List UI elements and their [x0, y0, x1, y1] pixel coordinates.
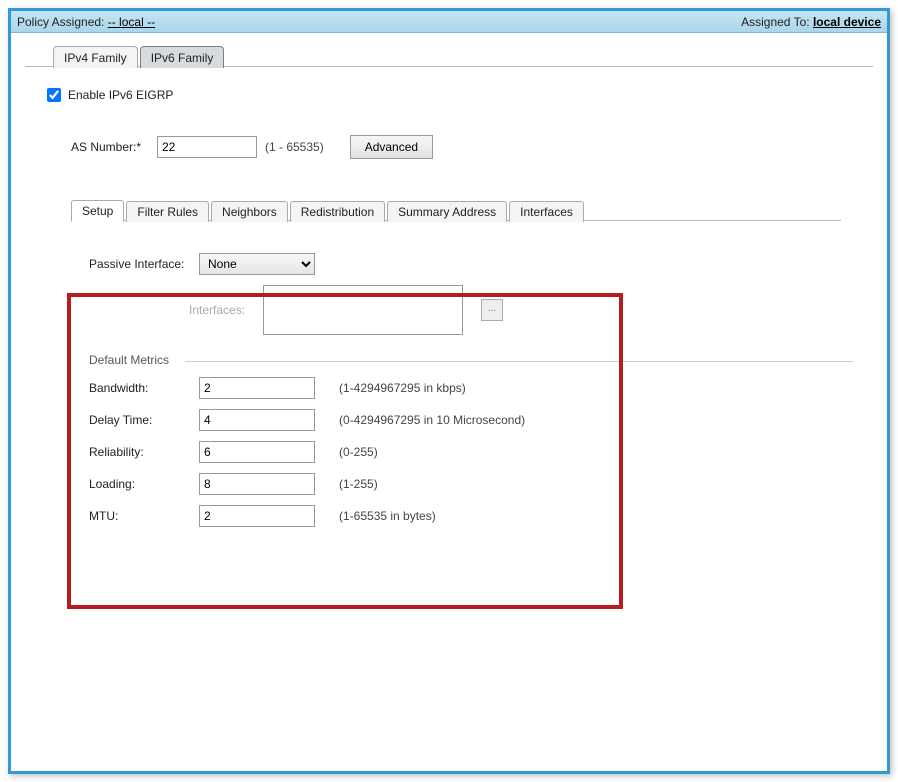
subtab-setup[interactable]: Setup	[71, 200, 124, 222]
assigned-to-label: Assigned To:	[741, 15, 810, 29]
delay-time-input[interactable]	[199, 409, 315, 431]
delay-time-label: Delay Time:	[89, 413, 199, 427]
as-number-row: AS Number:* (1 - 65535) Advanced	[71, 135, 855, 159]
bandwidth-label: Bandwidth:	[89, 381, 199, 395]
passive-interface-label: Passive Interface:	[89, 257, 199, 271]
subtab-filter-rules[interactable]: Filter Rules	[126, 201, 209, 222]
loading-input[interactable]	[199, 473, 315, 495]
delay-time-row: Delay Time: (0-4294967295 in 10 Microsec…	[89, 409, 593, 431]
sub-tabs: Setup Filter Rules Neighbors Redistribut…	[71, 199, 855, 559]
loading-row: Loading: (1-255)	[89, 473, 593, 495]
as-number-label: AS Number:*	[71, 140, 149, 154]
subtab-interfaces[interactable]: Interfaces	[509, 201, 584, 222]
assigned-to-link: local device	[813, 15, 881, 29]
default-metrics-title: Default Metrics	[89, 353, 593, 367]
policy-assigned-link[interactable]: -- local --	[108, 15, 155, 29]
interfaces-list[interactable]	[263, 285, 463, 335]
as-number-input[interactable]	[157, 136, 257, 158]
family-tabs: IPv4 Family IPv6 Family	[53, 45, 873, 67]
subtab-redistribution[interactable]: Redistribution	[290, 201, 385, 222]
reliability-row: Reliability: (0-255)	[89, 441, 593, 463]
enable-ipv6-label: Enable IPv6 EIGRP	[68, 88, 173, 102]
content-area: IPv4 Family IPv6 Family Enable IPv6 EIGR…	[11, 33, 887, 771]
tab-ipv6-family[interactable]: IPv6 Family	[140, 46, 225, 68]
policy-assigned: Policy Assigned: -- local --	[17, 15, 155, 29]
interfaces-row: Interfaces: ...	[189, 285, 593, 335]
ipv6-panel: Enable IPv6 EIGRP AS Number:* (1 - 65535…	[25, 67, 873, 739]
bandwidth-hint: (1-4294967295 in kbps)	[339, 381, 466, 395]
loading-label: Loading:	[89, 477, 199, 491]
reliability-input[interactable]	[199, 441, 315, 463]
setup-panel: Passive Interface: None Interfaces: ... …	[71, 235, 611, 559]
mtu-label: MTU:	[89, 509, 199, 523]
titlebar: Policy Assigned: -- local -- Assigned To…	[11, 11, 887, 33]
fieldset-divider	[185, 361, 853, 362]
loading-hint: (1-255)	[339, 477, 378, 491]
reliability-hint: (0-255)	[339, 445, 378, 459]
subtab-neighbors[interactable]: Neighbors	[211, 201, 288, 222]
advanced-button[interactable]: Advanced	[350, 135, 433, 159]
reliability-label: Reliability:	[89, 445, 199, 459]
bandwidth-row: Bandwidth: (1-4294967295 in kbps)	[89, 377, 593, 399]
delay-time-hint: (0-4294967295 in 10 Microsecond)	[339, 413, 525, 427]
assigned-to: Assigned To: local device	[741, 15, 881, 29]
enable-ipv6-row: Enable IPv6 EIGRP	[43, 85, 855, 105]
passive-interface-row: Passive Interface: None	[89, 253, 593, 275]
mtu-row: MTU: (1-65535 in bytes)	[89, 505, 593, 527]
mtu-hint: (1-65535 in bytes)	[339, 509, 436, 523]
interfaces-browse-button[interactable]: ...	[481, 299, 503, 321]
bandwidth-input[interactable]	[199, 377, 315, 399]
passive-interface-select[interactable]: None	[199, 253, 315, 275]
subtab-summary-address[interactable]: Summary Address	[387, 201, 507, 222]
enable-ipv6-checkbox[interactable]	[47, 88, 61, 102]
as-number-hint: (1 - 65535)	[265, 140, 324, 154]
mtu-input[interactable]	[199, 505, 315, 527]
tab-ipv4-family[interactable]: IPv4 Family	[53, 46, 138, 68]
interfaces-label: Interfaces:	[189, 303, 245, 317]
policy-assigned-label: Policy Assigned:	[17, 15, 104, 29]
window-frame: Policy Assigned: -- local -- Assigned To…	[8, 8, 890, 774]
